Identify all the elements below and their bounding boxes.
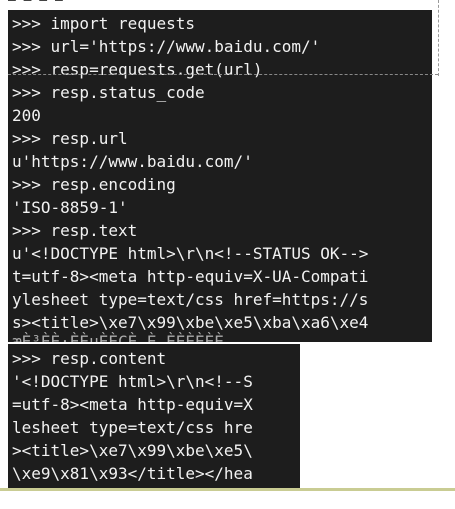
selection-marker-right [438, 0, 439, 76]
selection-marker-dashed [8, 74, 438, 75]
terminal2-line-5: ><title>\xe7\x99\xbe\xe5\ [12, 441, 253, 460]
terminal-line-14: s><title>\xe7\x99\xbe\xe5\xba\xa6\xe4 [12, 313, 369, 332]
terminal-line-2: >>> url='https://www.baidu.com/' [12, 37, 321, 56]
terminal-window[interactable]: >>> import requests >>> url='https://www… [8, 10, 432, 342]
top-clipped-strip: — — — — [0, 0, 455, 10]
terminal2-line-3: =utf-8><meta http-equiv=X [12, 395, 253, 414]
terminal-partial-line: æÈ³ÈÈ·ÈÈµÈÈÇÈ È ÈÈÈÈÈÈ [12, 332, 224, 342]
terminal-line-11: u'<!DOCTYPE html>\r\n<!--STATUS OK--> [12, 244, 369, 263]
terminal2-line-2: '<!DOCTYPE html>\r\n<!--S [12, 372, 253, 391]
terminal-line-7: u'https://www.baidu.com/' [12, 152, 253, 171]
terminal-line-8: >>> resp.encoding [12, 175, 176, 194]
terminal-line-3: >>> resp=requests.get(url) [12, 60, 263, 79]
terminal-line-12: t=utf-8><meta http-equiv=X-UA-Compati [12, 267, 369, 286]
terminal-line-6: >>> resp.url [12, 129, 128, 148]
terminal-line-9: 'ISO-8859-1' [12, 198, 128, 217]
terminal2-line-1: >>> resp.content [12, 349, 167, 368]
terminal2-line-6: \xe9\x81\x93</title></hea [12, 464, 253, 483]
terminal-line-10: >>> resp.text [12, 221, 138, 240]
terminal-line-1: >>> import requests [12, 14, 196, 33]
terminal-line-13: ylesheet type=text/css href=https://s [12, 290, 369, 309]
terminal2-line-4: lesheet type=text/css hre [12, 418, 253, 437]
top-fragment-text: — — — — [8, 0, 63, 8]
terminal-line-5: 200 [12, 106, 41, 125]
terminal-line-4: >>> resp.status_code [12, 83, 205, 102]
bottom-accent-line [0, 488, 455, 491]
terminal-window-overlay[interactable]: >>> resp.content '<!DOCTYPE html>\r\n<!-… [8, 344, 300, 488]
